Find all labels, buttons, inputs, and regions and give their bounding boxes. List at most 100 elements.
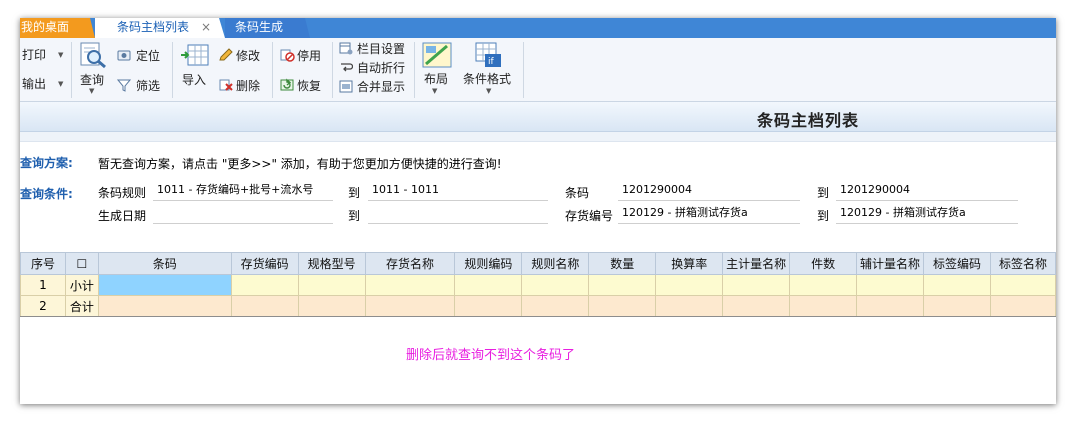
barcode-rule-to-field[interactable]: 1011 - 1011 — [368, 181, 548, 201]
gen-date-to-field[interactable] — [368, 204, 548, 224]
layout-dropdown-icon[interactable]: ▼ — [432, 87, 437, 95]
query-scheme-text: 暂无查询方案，请点击 "更多>>" 添加，有助于您更加方便快捷的进行查询! — [98, 157, 502, 171]
gen-date-from-field[interactable] — [153, 204, 333, 224]
table-cell[interactable] — [454, 295, 523, 317]
query-button[interactable]: 查询 — [80, 72, 104, 88]
table-cell[interactable] — [521, 295, 590, 317]
row-number: 2 — [20, 295, 66, 317]
conditional-format-dropdown-icon[interactable]: ▼ — [486, 87, 491, 95]
tab-barcode-gen-label: 条码生成 — [235, 20, 284, 34]
barcode-rule-label: 条码规则 — [98, 186, 147, 200]
filter-button[interactable]: 筛选 — [136, 78, 160, 94]
import-icon[interactable] — [180, 42, 210, 68]
table-cell[interactable] — [364, 295, 456, 317]
table-cell[interactable] — [989, 295, 1056, 317]
table-cell[interactable] — [722, 295, 791, 317]
column-header[interactable]: 存货编码 — [230, 252, 299, 275]
table-cell[interactable] — [588, 295, 657, 317]
table-cell[interactable] — [230, 295, 299, 317]
tab-barcode-list[interactable]: 条码主档列表 × — [95, 18, 225, 38]
query-scheme-label: 查询方案: — [20, 156, 73, 170]
item-code-to-field[interactable]: 120129 - 拼箱测试存货a — [836, 204, 1018, 224]
layout-button[interactable]: 布局 — [424, 71, 448, 87]
tab-desktop[interactable]: 我的桌面 — [20, 18, 95, 38]
delete-button[interactable]: 删除 — [236, 78, 260, 94]
barcode-rule-from-field[interactable]: 1011 - 存货编码+批号+流水号 — [153, 181, 333, 201]
restore-icon — [280, 78, 294, 91]
column-header[interactable]: 存货名称 — [364, 252, 456, 275]
barcode-from-field[interactable]: 1201290004 — [618, 181, 800, 201]
column-header[interactable]: 数量 — [588, 252, 657, 275]
subtotal-row[interactable]: 1 小计 — [20, 274, 1056, 296]
table-cell[interactable] — [722, 274, 791, 296]
tab-desktop-label: 我的桌面 — [21, 20, 70, 34]
title-bar: 条码主档列表 — [20, 102, 1056, 132]
export-button[interactable]: 输出 — [22, 76, 46, 92]
grid-bottom-border — [20, 316, 1056, 317]
select-all-checkbox[interactable]: ☐ — [64, 252, 99, 275]
locate-button[interactable]: 定位 — [136, 48, 160, 64]
table-cell[interactable] — [923, 295, 991, 317]
restore-button[interactable]: 恢复 — [297, 78, 321, 94]
column-settings-button[interactable]: 栏目设置 — [357, 41, 405, 57]
total-row[interactable]: 2 合计 — [20, 295, 1056, 317]
export-dropdown-icon[interactable]: ▼ — [58, 80, 63, 88]
table-cell[interactable] — [789, 274, 858, 296]
row-label: 合计 — [64, 295, 99, 317]
to-label: 到 — [817, 186, 830, 200]
close-icon[interactable]: × — [201, 18, 211, 37]
conditional-format-icon[interactable]: if — [473, 42, 503, 68]
merge-display-button[interactable]: 合并显示 — [357, 79, 405, 95]
row-number: 1 — [20, 274, 66, 296]
disable-button[interactable]: 停用 — [297, 48, 321, 64]
column-header[interactable]: 规格型号 — [297, 252, 366, 275]
item-code-from-field[interactable]: 120129 - 拼箱测试存货a — [618, 204, 800, 224]
to-label: 到 — [348, 209, 361, 223]
print-button[interactable]: 打印 — [22, 47, 46, 63]
table-cell[interactable] — [655, 274, 724, 296]
table-cell[interactable] — [364, 274, 456, 296]
barcode-table: 序号 ☐ 条码 存货编码 规格型号 存货名称 规则编码 规则名称 数量 换算率 … — [20, 252, 1056, 317]
table-cell[interactable] — [97, 295, 232, 317]
column-header[interactable]: 序号 — [20, 252, 66, 275]
table-cell[interactable] — [230, 274, 299, 296]
table-cell[interactable] — [297, 295, 366, 317]
item-code-label: 存货编号 — [565, 209, 614, 223]
column-header[interactable]: 规则编码 — [454, 252, 523, 275]
query-panel: 查询方案: 暂无查询方案，请点击 "更多>>" 添加，有助于您更加方便快捷的进行… — [20, 142, 1056, 252]
annotation-text: 删除后就查询不到这个条码了 — [406, 348, 576, 363]
table-cell[interactable] — [923, 274, 991, 296]
column-header[interactable]: 主计量名称 — [722, 252, 791, 275]
table-cell[interactable] — [97, 274, 232, 296]
import-button[interactable]: 导入 — [182, 72, 206, 88]
column-header[interactable]: 件数 — [789, 252, 858, 275]
barcode-to-field[interactable]: 1201290004 — [836, 181, 1018, 201]
table-cell[interactable] — [297, 274, 366, 296]
query-icon[interactable] — [78, 41, 108, 69]
query-dropdown-icon[interactable]: ▼ — [89, 87, 94, 95]
tab-barcode-gen[interactable]: 条码生成 — [225, 18, 310, 38]
table-cell[interactable] — [856, 274, 925, 296]
table-cell[interactable] — [856, 295, 925, 317]
column-header[interactable]: 辅计量名称 — [856, 252, 925, 275]
auto-wrap-icon — [341, 63, 353, 72]
table-cell[interactable] — [521, 274, 590, 296]
page-title: 条码主档列表 — [756, 111, 859, 130]
auto-wrap-button[interactable]: 自动折行 — [357, 60, 405, 76]
table-cell[interactable] — [588, 274, 657, 296]
table-cell[interactable] — [789, 295, 858, 317]
column-header[interactable]: 换算率 — [655, 252, 724, 275]
column-header[interactable]: 条码 — [97, 252, 232, 275]
column-header[interactable]: 标签名称 — [989, 252, 1056, 275]
conditional-format-button[interactable]: 条件格式 — [463, 71, 511, 87]
layout-icon[interactable] — [422, 42, 452, 68]
table-cell[interactable] — [655, 295, 724, 317]
row-label: 小计 — [64, 274, 99, 296]
column-header[interactable]: 标签编码 — [923, 252, 991, 275]
edit-button[interactable]: 修改 — [236, 48, 260, 64]
table-cell[interactable] — [454, 274, 523, 296]
query-condition-label: 查询条件: — [20, 187, 73, 201]
table-cell[interactable] — [989, 274, 1056, 296]
column-header[interactable]: 规则名称 — [521, 252, 590, 275]
print-dropdown-icon[interactable]: ▼ — [58, 51, 63, 59]
